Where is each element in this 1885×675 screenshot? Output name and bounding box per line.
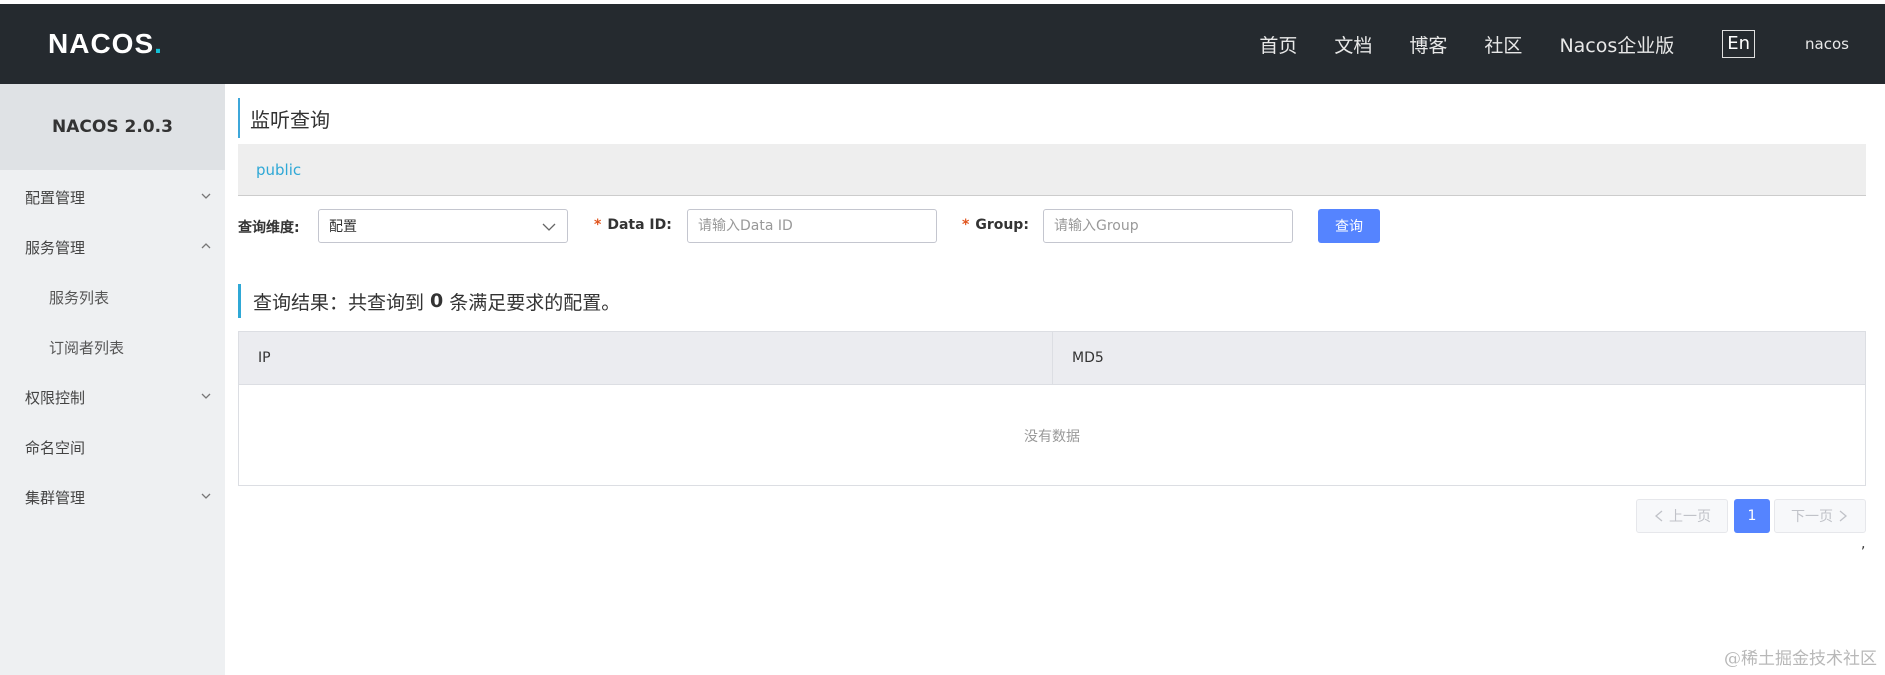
dataid-label: * Data ID: <box>594 217 672 233</box>
sidebar-item-subscriber-list[interactable]: 订阅者列表 <box>0 325 225 369</box>
top-header: NACOS. 首页 文档 博客 社区 Nacos企业版 En nacos <box>0 4 1885 84</box>
next-page-button[interactable]: 下一页 <box>1774 499 1866 533</box>
chevron-left-icon <box>1654 510 1663 522</box>
user-name[interactable]: nacos <box>1805 35 1849 53</box>
sidebar-item-namespace[interactable]: 命名空间 <box>0 425 225 469</box>
result-summary: 查询结果：共查询到 0 条满足要求的配置。 <box>238 284 620 318</box>
language-switch-button[interactable]: En <box>1722 30 1756 58</box>
sidebar-version: NACOS 2.0.3 <box>0 84 225 170</box>
chevron-down-icon <box>542 223 556 231</box>
watermark: @稀土掘金技术社区 <box>1724 649 1877 669</box>
dataid-input[interactable] <box>687 209 937 243</box>
sidebar-item-label: 权限控制 <box>25 388 86 407</box>
table-empty-text: 没有数据 <box>1024 429 1080 445</box>
page-title: 监听查询 <box>250 107 330 132</box>
dataid-label-text: Data ID: <box>607 217 672 233</box>
nav-enterprise[interactable]: Nacos企业版 <box>1559 31 1674 58</box>
sidebar-item-label: 服务管理 <box>25 238 86 257</box>
sidebar-item-label: 命名空间 <box>25 438 86 457</box>
sidebar-item-label: 集群管理 <box>25 488 86 507</box>
column-header-md5: MD5 <box>1052 332 1865 384</box>
sidebar-item-cluster-management[interactable]: 集群管理 <box>0 475 225 519</box>
nav-docs[interactable]: 文档 <box>1334 31 1372 58</box>
prev-page-button[interactable]: 上一页 <box>1636 499 1728 533</box>
required-mark: * <box>962 217 970 233</box>
chevron-down-icon <box>201 393 211 399</box>
sidebar-item-label: 服务列表 <box>49 288 110 307</box>
chevron-down-icon <box>201 193 211 199</box>
sidebar-item-service-list[interactable]: 服务列表 <box>0 275 225 319</box>
group-label-text: Group: <box>975 217 1029 233</box>
nav-community[interactable]: 社区 <box>1484 31 1522 58</box>
logo-dot: . <box>154 28 163 59</box>
sidebar-item-config-management[interactable]: 配置管理 <box>0 175 225 219</box>
nav-home[interactable]: 首页 <box>1259 31 1297 58</box>
group-label: * Group: <box>962 217 1029 233</box>
query-button[interactable]: 查询 <box>1318 209 1380 243</box>
prev-page-label: 上一页 <box>1669 509 1711 525</box>
result-table: IP MD5 没有数据 <box>238 331 1866 486</box>
required-mark: * <box>594 217 602 233</box>
sidebar-item-service-management[interactable]: 服务管理 <box>0 225 225 269</box>
top-nav: 首页 文档 博客 社区 Nacos企业版 En nacos <box>1259 4 1885 84</box>
chevron-right-icon <box>1839 510 1848 522</box>
chevron-up-icon <box>201 243 211 249</box>
chevron-down-icon <box>201 493 211 499</box>
page-number-current[interactable]: 1 <box>1734 499 1770 533</box>
trailing-mark: , <box>1861 536 1866 552</box>
nacos-logo[interactable]: NACOS. <box>48 26 163 62</box>
nav-blog[interactable]: 博客 <box>1409 31 1447 58</box>
result-count: 0 <box>430 290 444 312</box>
next-page-label: 下一页 <box>1791 509 1833 525</box>
result-suffix: 条满足要求的配置。 <box>449 291 621 314</box>
namespace-bar: public <box>238 144 1866 196</box>
group-input[interactable] <box>1043 209 1293 243</box>
result-prefix: 查询结果：共查询到 <box>253 291 425 314</box>
namespace-public-link[interactable]: public <box>256 161 301 179</box>
sidebar: NACOS 2.0.3 配置管理 服务管理 服务列表 订阅者列表 权限控制 命名… <box>0 84 225 675</box>
logo-text: NACOS <box>48 28 155 59</box>
table-header: IP MD5 <box>239 332 1865 385</box>
dimension-select[interactable]: 配置 <box>318 209 568 243</box>
dimension-select-value: 配置 <box>329 219 357 235</box>
sidebar-item-label: 订阅者列表 <box>49 338 125 357</box>
dimension-label: 查询维度: <box>238 220 300 236</box>
sidebar-item-access-control[interactable]: 权限控制 <box>0 375 225 419</box>
page-title-block: 监听查询 <box>238 98 330 138</box>
column-header-ip: IP <box>258 350 271 366</box>
sidebar-item-label: 配置管理 <box>25 188 86 207</box>
